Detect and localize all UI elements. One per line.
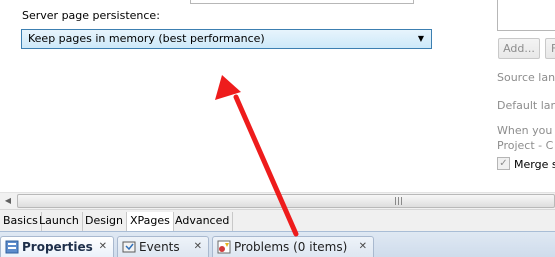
horizontal-scrollbar[interactable]: ◀	[0, 192, 555, 209]
tab-problems-label: Problems (0 items)	[234, 240, 348, 254]
tab-events[interactable]: Events ✕	[117, 236, 209, 257]
server-page-persistence-select[interactable]: Keep pages in memory (best performance) …	[21, 29, 432, 49]
close-icon[interactable]: ✕	[359, 237, 367, 257]
project-text: Project - C	[497, 139, 554, 152]
scrollbar-thumb[interactable]	[17, 194, 555, 208]
add-language-button[interactable]: Add...	[498, 38, 540, 59]
subtab-design[interactable]: Design	[82, 212, 127, 231]
second-language-button[interactable]: F	[545, 38, 555, 59]
properties-icon	[5, 240, 19, 254]
when-you-text: When you	[497, 124, 553, 137]
tab-problems[interactable]: Problems (0 items) ✕	[212, 236, 374, 257]
default-language-label: Default lan	[497, 99, 555, 112]
subtab-advanced[interactable]: Advanced	[172, 212, 234, 231]
localization-panel: Add... F Source lang Default lan When yo…	[492, 0, 555, 192]
close-icon[interactable]: ✕	[99, 237, 107, 257]
language-list[interactable]	[497, 0, 555, 31]
merge-checkbox[interactable]: ✓	[497, 157, 510, 170]
events-icon	[122, 241, 136, 253]
scrollbar-grip	[395, 197, 404, 205]
subtab-launch[interactable]: Launch	[36, 212, 83, 231]
merge-checkbox-label: Merge s	[514, 158, 555, 171]
chevron-down-icon[interactable]: ▼	[415, 30, 427, 48]
tab-properties-label: Properties	[22, 240, 93, 254]
server-page-persistence-label: Server page persistence:	[22, 9, 160, 22]
view-tab-bar: Properties ✕ Events ✕ Problems (0 items)…	[0, 231, 555, 257]
top-input-field[interactable]	[190, 0, 414, 4]
close-icon[interactable]: ✕	[194, 237, 202, 257]
tab-properties[interactable]: Properties ✕	[0, 236, 114, 257]
tab-events-label: Events	[139, 240, 180, 254]
editor-subtabs: Basics Launch Design XPages Advanced	[0, 209, 555, 231]
scroll-left-icon[interactable]: ◀	[2, 193, 14, 209]
server-page-persistence-value: Keep pages in memory (best performance)	[28, 32, 265, 45]
problems-icon	[217, 240, 231, 254]
source-language-label: Source lang	[497, 71, 555, 84]
subtab-xpages[interactable]: XPages	[126, 212, 174, 231]
xpages-settings-panel: Server page persistence: Keep pages in m…	[0, 0, 492, 192]
